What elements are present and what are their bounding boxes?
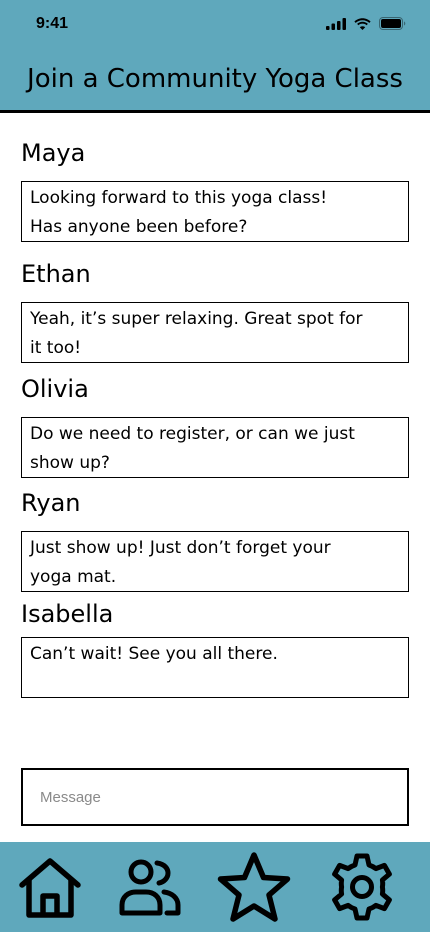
message-text-line: show up? [30,453,110,473]
message-text-line: yoga mat. [30,567,117,587]
tab-bar [0,842,430,932]
star-icon [217,852,291,922]
message-feed: Maya Looking forward to this yoga class!… [21,136,409,698]
message-item: Ethan Yeah, it’s super relaxing. Great s… [21,257,409,363]
message-bubble: Can’t wait! See you all there. [21,637,409,698]
message-author: Isabella [21,600,114,628]
message-author: Ethan [21,260,91,288]
gear-icon [332,853,392,921]
message-item: Olivia Do we need to register, or can we… [21,372,409,478]
battery-icon [379,17,406,30]
message-text-line: Just show up! Just don’t forget your [30,538,331,558]
message-bubble: Yeah, it’s super relaxing. Great spot fo… [21,302,409,363]
wifi-icon [354,17,371,30]
message-text-line: it too! [30,338,82,358]
message-composer[interactable] [21,768,409,826]
message-input[interactable] [38,787,392,807]
status-time: 9:41 [36,15,69,32]
page-title: Join a Community Yoga Class [27,64,403,94]
message-bubble: Looking forward to this yoga class! Has … [21,181,409,242]
message-text-line: Yeah, it’s super relaxing. Great spot fo… [30,309,363,329]
message-author: Ryan [21,489,81,517]
message-text-line: Do we need to register, or can we just [30,424,355,444]
message-text-line: Has anyone been before? [30,217,248,237]
tab-favorites[interactable] [212,842,296,932]
status-icons [326,17,406,30]
message-bubble: Just show up! Just don’t forget your yog… [21,531,409,592]
home-icon [19,858,81,918]
signal-icon [326,17,346,30]
tab-home[interactable] [10,842,90,932]
message-item: Ryan Just show up! Just don’t forget you… [21,486,409,592]
tab-people[interactable] [110,842,190,932]
message-author: Maya [21,139,86,167]
message-item: Isabella Can’t wait! See you all there. [21,597,409,698]
message-bubble: Do we need to register, or can we just s… [21,417,409,478]
message-text-line: Looking forward to this yoga class! [30,188,328,208]
tab-settings[interactable] [322,842,402,932]
message-text-line: Can’t wait! See you all there. [30,644,278,664]
message-author: Olivia [21,375,89,403]
app-header: 9:41 Join a Community Yoga Class [0,0,430,113]
people-icon [119,859,181,916]
message-item: Maya Looking forward to this yoga class!… [21,136,409,242]
